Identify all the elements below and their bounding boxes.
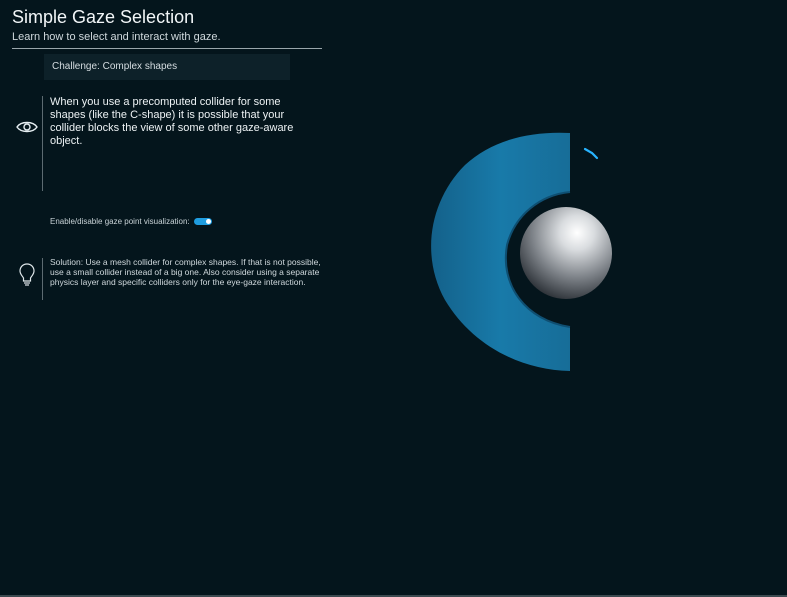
c-shape-object[interactable] <box>431 132 570 371</box>
info-panel: Simple Gaze Selection Learn how to selec… <box>12 6 324 49</box>
lightbulb-icon <box>19 263 35 286</box>
gaze-marker <box>583 147 599 160</box>
toggle-label: Enable/disable gaze point visualization: <box>50 217 190 226</box>
page-title: Simple Gaze Selection <box>12 7 195 27</box>
title-divider <box>12 48 322 49</box>
eye-icon <box>16 121 38 133</box>
challenge-label: Challenge: Complex shapes <box>44 54 290 80</box>
solution-divider <box>42 258 43 300</box>
solution-description: Solution: Use a mesh collider for comple… <box>50 257 321 287</box>
3d-scene <box>431 132 612 371</box>
content-divider <box>42 96 43 191</box>
toggle-knob <box>205 219 211 224</box>
challenge-description: When you use a precomputed collider for … <box>50 96 294 147</box>
sphere-object[interactable] <box>520 207 612 299</box>
gaze-visualization-toggle[interactable] <box>193 218 212 225</box>
page-subtitle: Learn how to select and interact with ga… <box>12 31 221 43</box>
gaze-visualization-toggle-row: Enable/disable gaze point visualization: <box>50 217 212 226</box>
